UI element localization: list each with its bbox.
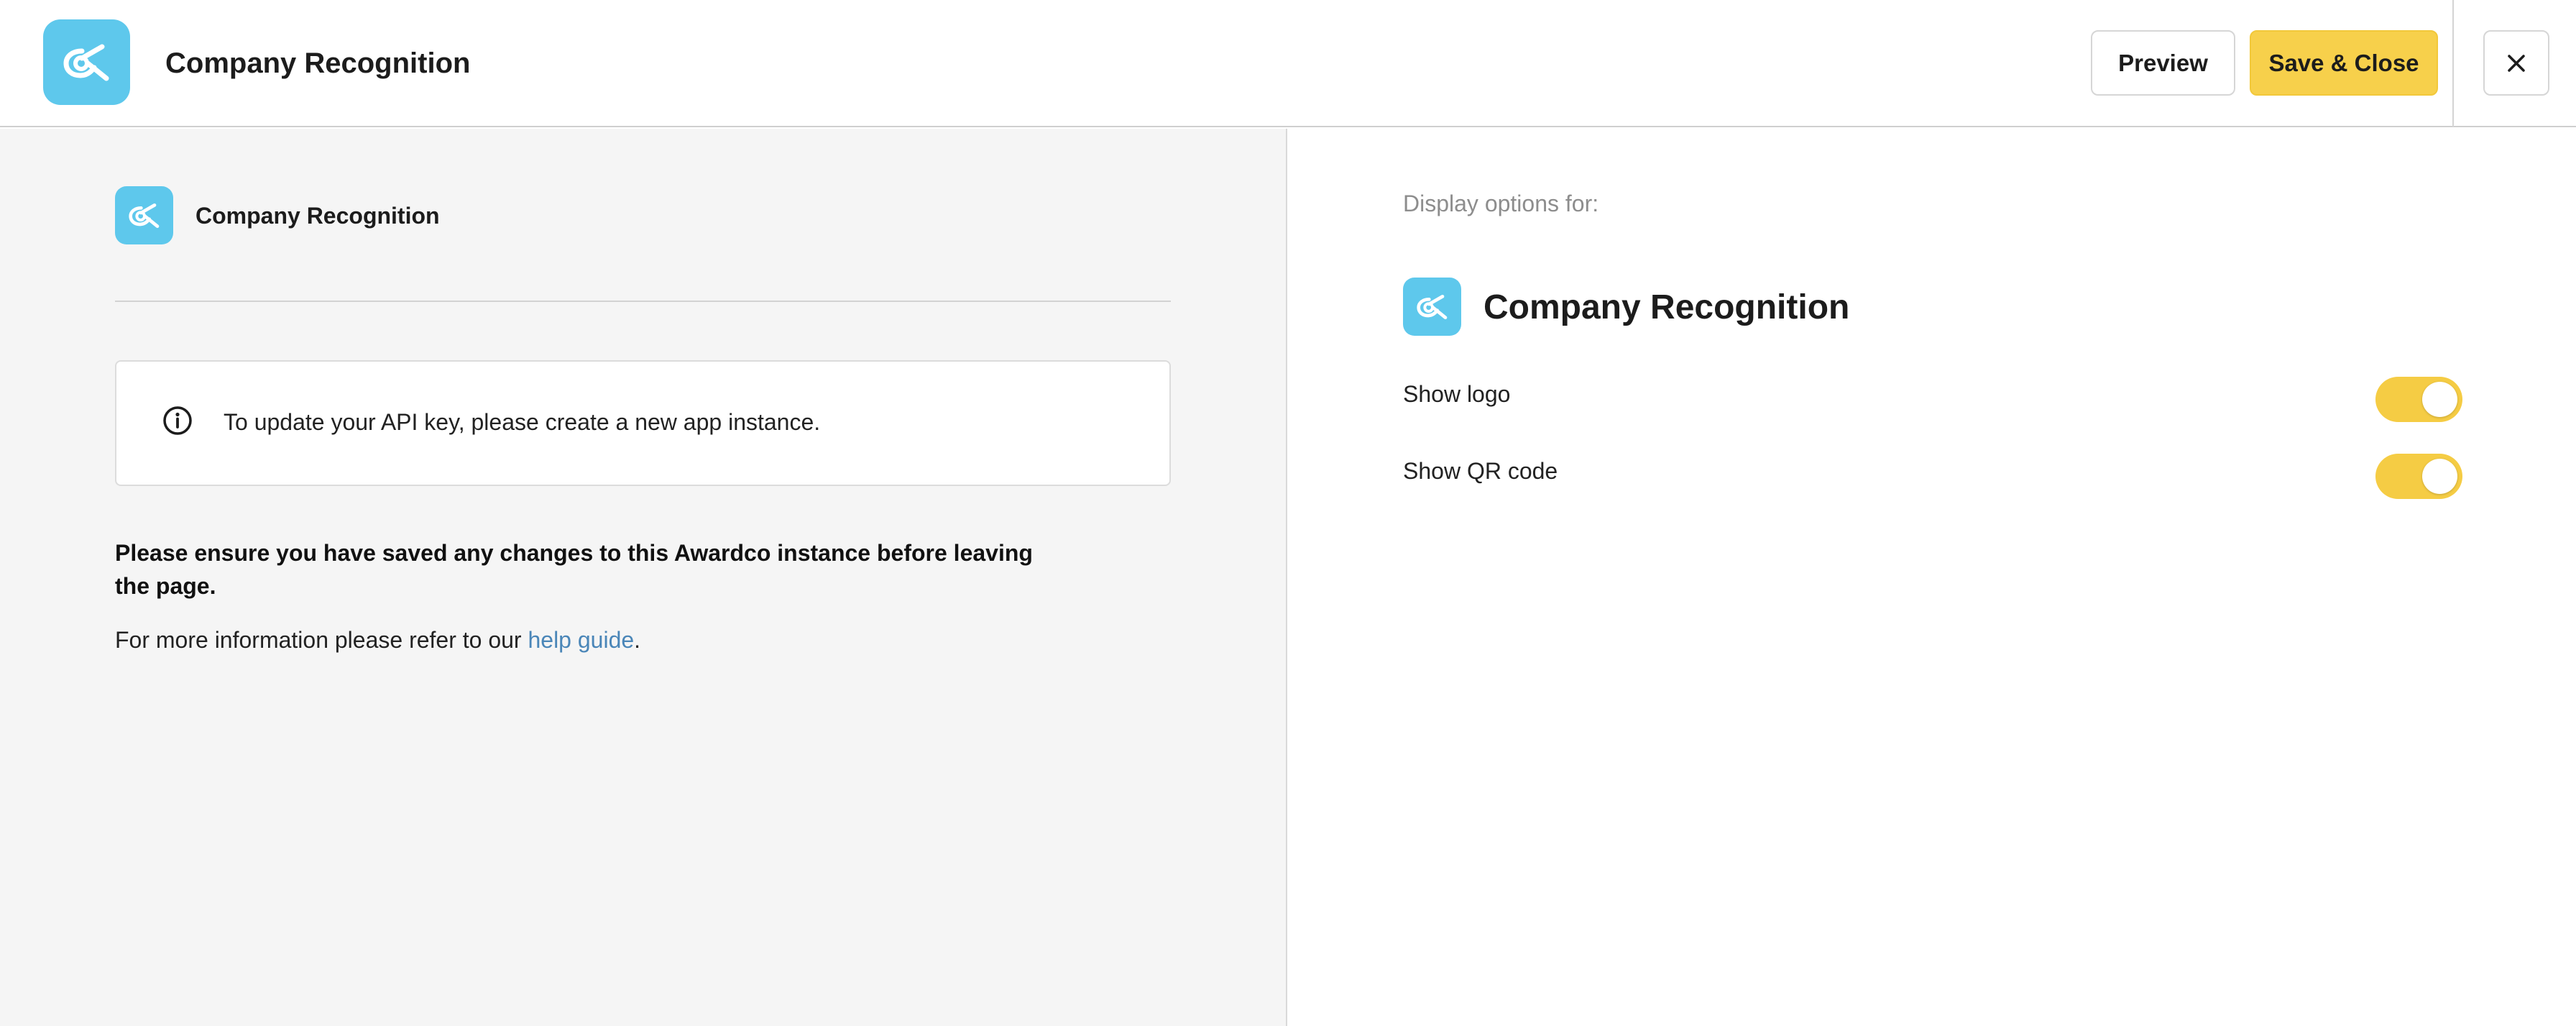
preview-button[interactable]: Preview (2091, 30, 2235, 96)
show-qr-code-label: Show QR code (1403, 458, 1558, 484)
header-divider (2452, 0, 2454, 127)
close-button[interactable] (2483, 30, 2549, 96)
app-details-panel: Company Recognition To update your API k… (0, 129, 1286, 1026)
app-name: Company Recognition (196, 203, 440, 229)
option-row-show-logo: Show logo (1403, 372, 2462, 423)
help-text: For more information please refer to our… (115, 626, 640, 654)
help-guide-link[interactable]: help guide (528, 627, 634, 653)
display-app-name: Company Recognition (1484, 288, 1850, 326)
help-text-prefix: For more information please refer to our (115, 627, 528, 653)
app-logo-icon (1403, 278, 1461, 336)
toggle-knob (2422, 382, 2457, 417)
top-header: Company Recognition Preview Save & Close (0, 0, 2576, 127)
info-message-box: To update your API key, please create a … (115, 360, 1171, 486)
show-logo-toggle[interactable] (2375, 377, 2462, 422)
divider (115, 301, 1171, 302)
save-warning-text: Please ensure you have saved any changes… (115, 540, 1033, 599)
page-title: Company Recognition (165, 47, 471, 79)
option-row-show-qr-code: Show QR code (1403, 449, 2462, 500)
display-options-panel: Display options for: Company Recognition… (1287, 129, 2576, 1026)
toggle-knob (2422, 459, 2457, 494)
close-icon (2508, 54, 2525, 72)
help-text-suffix: . (634, 627, 641, 653)
show-qr-code-toggle[interactable] (2375, 454, 2462, 499)
app-logo-icon (115, 186, 173, 244)
awardco-logo-icon (43, 19, 130, 105)
save-and-close-button[interactable]: Save & Close (2250, 30, 2438, 96)
show-logo-label: Show logo (1403, 381, 1511, 407)
info-message-text: To update your API key, please create a … (224, 409, 821, 435)
info-icon (163, 406, 192, 435)
display-options-label: Display options for: (1403, 191, 1599, 216)
